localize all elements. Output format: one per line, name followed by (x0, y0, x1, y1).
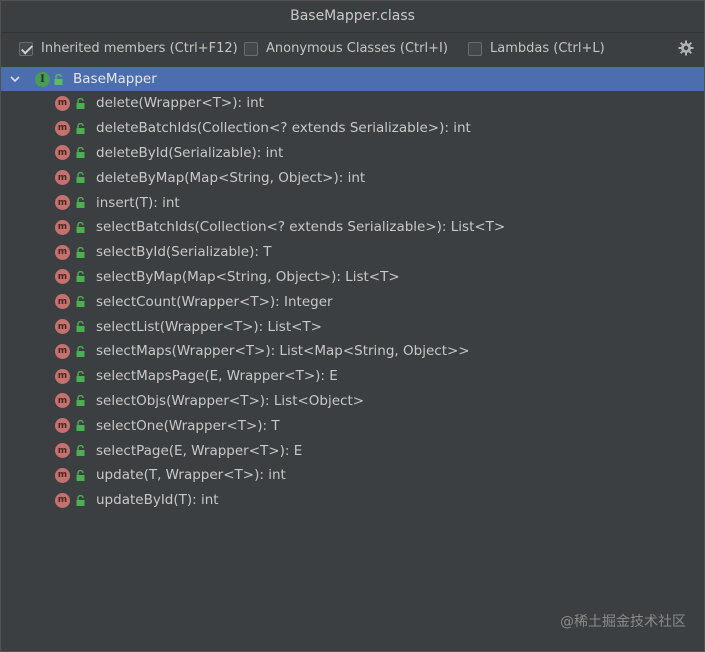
tree-method-item[interactable]: m updateById(T): int (1, 488, 704, 513)
method-icon: m (55, 467, 70, 483)
public-lock-icon (76, 296, 85, 308)
method-signature: deleteById(Serializable): int (96, 144, 284, 161)
method-signature: insert(T): int (96, 194, 180, 211)
structure-popup: BaseMapper.class Inherited members (Ctrl… (0, 0, 705, 652)
method-icon: m (55, 443, 70, 459)
method-signature: selectBatchIds(Collection<? extends Seri… (96, 219, 506, 236)
method-icon: m (55, 492, 70, 508)
public-lock-icon (76, 197, 85, 209)
inherited-members-checkbox[interactable]: Inherited members (Ctrl+F12) (19, 41, 238, 56)
method-icon: m (55, 319, 70, 335)
filter-toolbar: Inherited members (Ctrl+F12) Anonymous C… (1, 33, 704, 67)
method-signature: deleteByMap(Map<String, Object>): int (96, 169, 366, 186)
tree-method-item[interactable]: m update(T, Wrapper<T>): int (1, 463, 704, 488)
method-icon: m (55, 95, 70, 111)
public-lock-icon (76, 271, 85, 283)
method-list: m delete(Wrapper<T>): int m deleteBatchIds(… (1, 91, 704, 513)
public-lock-icon (76, 494, 85, 506)
gear-icon[interactable] (678, 40, 694, 56)
method-icon: m (55, 170, 70, 186)
method-signature: selectById(Serializable): T (96, 244, 272, 261)
lambdas-checkbox[interactable]: Lambdas (Ctrl+L) (468, 41, 605, 56)
tree-root-label: BaseMapper (73, 71, 157, 87)
method-icon: m (55, 269, 70, 285)
public-lock-icon (76, 172, 85, 184)
method-signature: selectList(Wrapper<T>): List<T> (96, 318, 322, 335)
public-lock-icon (76, 395, 85, 407)
tree-method-item[interactable]: m selectPage(E, Wrapper<T>): E (1, 438, 704, 463)
method-icon: m (55, 393, 70, 409)
interface-icon: I (35, 71, 50, 87)
method-icon: m (55, 418, 70, 434)
public-lock-icon (76, 97, 85, 109)
method-icon: m (55, 195, 70, 211)
public-lock-icon (76, 221, 85, 233)
method-icon: m (55, 120, 70, 136)
tree-root-basemapper[interactable]: I BaseMapper (1, 67, 704, 91)
method-icon: m (55, 343, 70, 359)
method-signature: selectCount(Wrapper<T>): Integer (96, 293, 333, 310)
watermark: @稀土掘金技术社区 (560, 614, 686, 630)
method-signature: selectMapsPage(E, Wrapper<T>): E (96, 368, 338, 385)
method-icon: m (55, 368, 70, 384)
tree-method-item[interactable]: m selectOne(Wrapper<T>): T (1, 413, 704, 438)
method-signature: selectMaps(Wrapper<T>): List<Map<String,… (96, 343, 470, 360)
public-lock-icon (76, 147, 85, 159)
tree-method-item[interactable]: m selectCount(Wrapper<T>): Integer (1, 289, 704, 314)
lambdas-label: Lambdas (Ctrl+L) (490, 41, 605, 56)
public-lock-icon (76, 345, 85, 357)
popup-title: BaseMapper.class (1, 1, 704, 33)
public-lock-icon (76, 246, 85, 258)
public-lock-icon (76, 321, 85, 333)
method-signature: selectPage(E, Wrapper<T>): E (96, 442, 303, 459)
checkbox-checked-icon[interactable] (19, 41, 33, 56)
method-signature: deleteBatchIds(Collection<? extends Seri… (96, 120, 471, 137)
anonymous-classes-checkbox[interactable]: Anonymous Classes (Ctrl+I) (244, 41, 448, 56)
structure-tree: I BaseMapper m delete(Wrapper<T>): int m de… (1, 67, 704, 513)
method-signature: selectObjs(Wrapper<T>): List<Object> (96, 392, 365, 409)
public-lock-icon (76, 122, 85, 134)
checkbox-unchecked-icon[interactable] (244, 41, 258, 56)
anonymous-classes-label: Anonymous Classes (Ctrl+I) (266, 41, 448, 56)
tree-method-item[interactable]: m selectByMap(Map<String, Object>): List<… (1, 265, 704, 290)
checkbox-unchecked-icon[interactable] (468, 41, 482, 56)
chevron-down-icon[interactable] (9, 73, 21, 85)
method-icon: m (55, 244, 70, 260)
tree-method-item[interactable]: m insert(T): int (1, 190, 704, 215)
public-lock-icon (76, 370, 85, 382)
tree-method-item[interactable]: m selectList(Wrapper<T>): List<T> (1, 314, 704, 339)
tree-method-item[interactable]: m selectBatchIds(Collection<? extends Ser… (1, 215, 704, 240)
tree-method-item[interactable]: m delete(Wrapper<T>): int (1, 91, 704, 116)
public-lock-icon (76, 420, 85, 432)
inherited-members-label: Inherited members (Ctrl+F12) (41, 41, 238, 56)
public-lock-icon (76, 445, 85, 457)
public-lock-icon (54, 73, 63, 85)
method-signature: selectOne(Wrapper<T>): T (96, 417, 280, 434)
method-icon: m (55, 219, 70, 235)
tree-method-item[interactable]: m deleteByMap(Map<String, Object>): int (1, 165, 704, 190)
public-lock-icon (76, 469, 85, 481)
tree-method-item[interactable]: m deleteById(Serializable): int (1, 141, 704, 166)
method-icon: m (55, 294, 70, 310)
tree-method-item[interactable]: m selectMaps(Wrapper<T>): List<Map<String… (1, 339, 704, 364)
tree-method-item[interactable]: m selectById(Serializable): T (1, 240, 704, 265)
method-signature: updateById(T): int (96, 492, 219, 509)
tree-method-item[interactable]: m selectObjs(Wrapper<T>): List<Object> (1, 389, 704, 414)
method-icon: m (55, 145, 70, 161)
tree-method-item[interactable]: m deleteBatchIds(Collection<? extends Ser… (1, 116, 704, 141)
method-signature: selectByMap(Map<String, Object>): List<T… (96, 268, 400, 285)
method-signature: update(T, Wrapper<T>): int (96, 467, 286, 484)
method-signature: delete(Wrapper<T>): int (96, 95, 264, 112)
tree-method-item[interactable]: m selectMapsPage(E, Wrapper<T>): E (1, 364, 704, 389)
